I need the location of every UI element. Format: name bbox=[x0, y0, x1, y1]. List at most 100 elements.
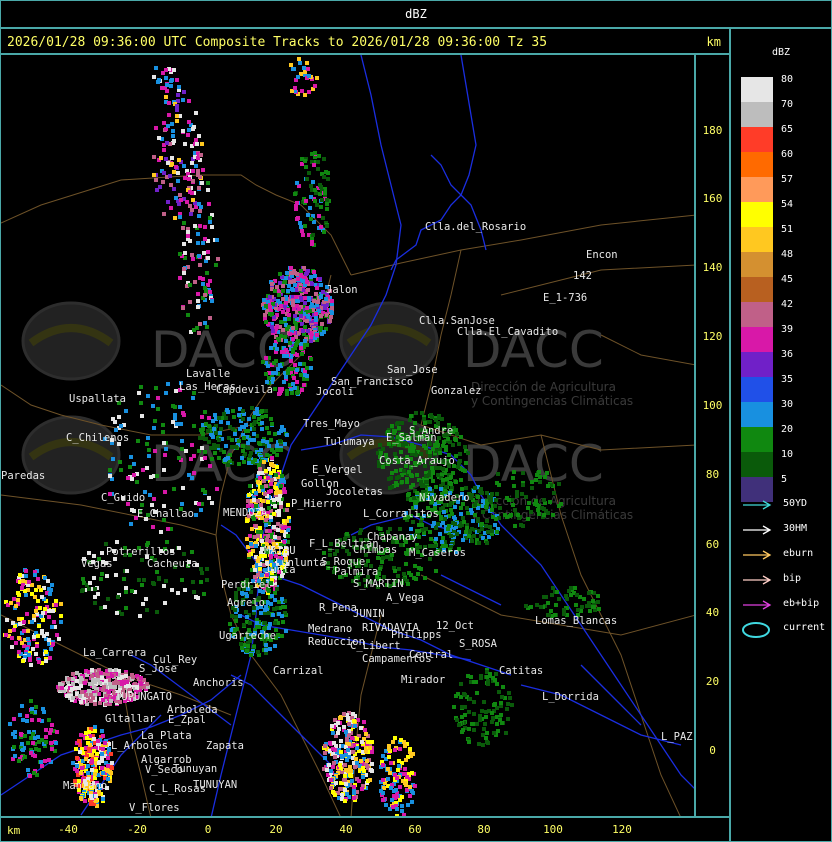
echo-pixel bbox=[435, 444, 439, 448]
echo-pixel bbox=[565, 597, 569, 601]
echo-pixel bbox=[195, 142, 199, 146]
x-tick-label: -40 bbox=[58, 823, 78, 836]
echo-pixel bbox=[47, 638, 51, 642]
echo-pixel bbox=[73, 686, 77, 690]
echo-pixel bbox=[311, 233, 315, 237]
echo-pixel bbox=[453, 437, 457, 441]
echo-pixel bbox=[460, 715, 464, 719]
echo-pixel bbox=[149, 475, 153, 479]
echo-pixel bbox=[288, 341, 292, 345]
echo-pixel bbox=[267, 431, 271, 435]
echo-pixel bbox=[471, 519, 475, 523]
echo-pixel bbox=[129, 455, 133, 459]
echo-pixel bbox=[49, 728, 53, 732]
echo-pixel bbox=[189, 212, 193, 216]
echo-pixel bbox=[194, 164, 198, 168]
echo-pixel bbox=[414, 577, 418, 581]
echo-pixel bbox=[197, 502, 201, 506]
echo-pixel bbox=[344, 768, 348, 772]
echo-pixel bbox=[255, 621, 259, 625]
radar-map[interactable]: DACC DACC DACC DACC Dirección de Agricul… bbox=[0, 54, 695, 817]
echo-pixel bbox=[512, 484, 516, 488]
echo-pixel bbox=[146, 394, 150, 398]
echo-pixel bbox=[273, 644, 277, 648]
echo-pixel bbox=[199, 153, 203, 157]
echo-pixel bbox=[252, 432, 256, 436]
place-label: Medrano bbox=[308, 623, 352, 635]
echo-pixel bbox=[422, 417, 426, 421]
echo-pixel bbox=[256, 499, 260, 503]
echo-pixel bbox=[267, 506, 271, 510]
echo-pixel bbox=[303, 159, 307, 163]
echo-pixel bbox=[482, 700, 486, 704]
echo-pixel bbox=[204, 289, 208, 293]
echo-pixel bbox=[47, 718, 51, 722]
echo-pixel bbox=[41, 618, 45, 622]
echo-pixel bbox=[244, 429, 248, 433]
place-label: MAIPU bbox=[264, 545, 296, 557]
echo-pixel bbox=[90, 674, 94, 678]
echo-pixel bbox=[79, 733, 83, 737]
echo-pixel bbox=[209, 446, 213, 450]
echo-pixel bbox=[490, 508, 494, 512]
x-tick-label: 100 bbox=[543, 823, 563, 836]
echo-pixel bbox=[110, 766, 114, 770]
echo-pixel bbox=[304, 165, 308, 169]
echo-pixel bbox=[19, 732, 23, 736]
echo-pixel bbox=[555, 590, 559, 594]
echo-pixel bbox=[462, 692, 466, 696]
legend-swatch-label: 51 bbox=[781, 224, 794, 235]
echo-pixel bbox=[219, 427, 223, 431]
echo-pixel bbox=[171, 129, 175, 133]
echo-pixel bbox=[234, 619, 238, 623]
echo-pixel bbox=[233, 432, 237, 436]
echo-pixel bbox=[400, 804, 404, 808]
echo-pixel bbox=[16, 598, 20, 602]
legend-swatch bbox=[741, 277, 773, 302]
echo-pixel bbox=[507, 691, 511, 695]
echo-pixel bbox=[319, 225, 323, 229]
echo-pixel bbox=[270, 594, 274, 598]
echo-pixel bbox=[181, 411, 185, 415]
place-label: Mirador bbox=[401, 674, 445, 686]
echo-pixel bbox=[91, 678, 95, 682]
echo-pixel bbox=[250, 406, 254, 410]
echo-pixel bbox=[408, 449, 412, 453]
echo-pixel bbox=[29, 751, 33, 755]
echo-pixel bbox=[277, 293, 281, 297]
echo-pixel bbox=[95, 672, 99, 676]
echo-pixel bbox=[59, 620, 63, 624]
echo-pixel bbox=[181, 98, 185, 102]
echo-pixel bbox=[130, 589, 134, 593]
echo-pixel bbox=[306, 213, 310, 217]
echo-pixel bbox=[258, 476, 262, 480]
echo-pixel bbox=[304, 199, 308, 203]
legend-swatch-label: 57 bbox=[781, 174, 794, 185]
top-title-bar: dBZ bbox=[0, 0, 832, 28]
echo-pixel bbox=[389, 761, 393, 765]
echo-pixel bbox=[196, 241, 200, 245]
echo-pixel bbox=[296, 277, 300, 281]
echo-pixel bbox=[191, 257, 195, 261]
echo-pixel bbox=[491, 716, 495, 720]
echo-pixel bbox=[161, 71, 165, 75]
echo-pixel bbox=[361, 775, 365, 779]
echo-pixel bbox=[293, 314, 297, 318]
echo-pixel bbox=[161, 430, 165, 434]
echo-pixel bbox=[95, 752, 99, 756]
echo-pixel bbox=[404, 562, 408, 566]
echo-pixel bbox=[108, 474, 112, 478]
echo-pixel bbox=[542, 498, 546, 502]
echo-pixel bbox=[175, 108, 179, 112]
echo-pixel bbox=[279, 484, 283, 488]
echo-pixel bbox=[97, 761, 101, 765]
echo-pixel bbox=[441, 478, 445, 482]
echo-pixel bbox=[151, 404, 155, 408]
echo-pixel bbox=[10, 645, 14, 649]
echo-pixel bbox=[141, 468, 145, 472]
echo-pixel bbox=[215, 487, 219, 491]
track-arrow-icon bbox=[743, 525, 772, 535]
echo-pixel bbox=[343, 788, 347, 792]
echo-pixel bbox=[119, 468, 123, 472]
echo-pixel bbox=[291, 303, 295, 307]
